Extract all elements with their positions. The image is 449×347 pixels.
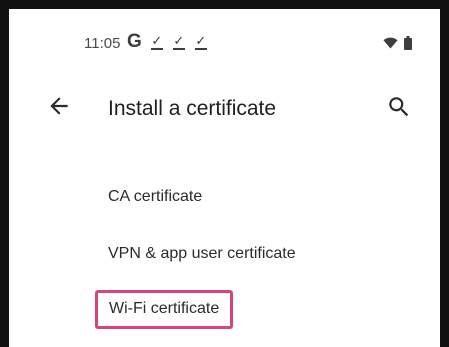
list-item-wifi-certificate[interactable]: Wi-Fi certificate [95, 290, 234, 329]
wifi-icon [383, 37, 398, 49]
list-item-ca-certificate[interactable]: CA certificate [108, 188, 202, 206]
back-button[interactable] [46, 93, 72, 119]
page-title: Install a certificate [108, 97, 277, 120]
search-button[interactable] [386, 94, 412, 120]
notification-icons: G ✓ ✓ ✓ [127, 31, 208, 53]
google-icon: G [127, 31, 142, 52]
system-icons [383, 36, 412, 50]
search-icon [389, 97, 409, 117]
status-bar: 11:05 G ✓ ✓ ✓ [9, 9, 440, 61]
download-done-icon: ✓ [150, 32, 163, 50]
list-item-vpn-app-user-certificate[interactable]: VPN & app user certificate [108, 245, 296, 263]
screenshot-frame: 11:05 G ✓ ✓ ✓ Install a certificate CA c… [0, 0, 449, 347]
download-done-icon: ✓ [172, 32, 185, 50]
app-bar: Install a certificate [9, 89, 440, 133]
arrow-left-icon [50, 97, 68, 115]
download-done-icon: ✓ [194, 32, 207, 50]
battery-icon [404, 36, 412, 50]
status-time: 11:05 [84, 35, 121, 52]
